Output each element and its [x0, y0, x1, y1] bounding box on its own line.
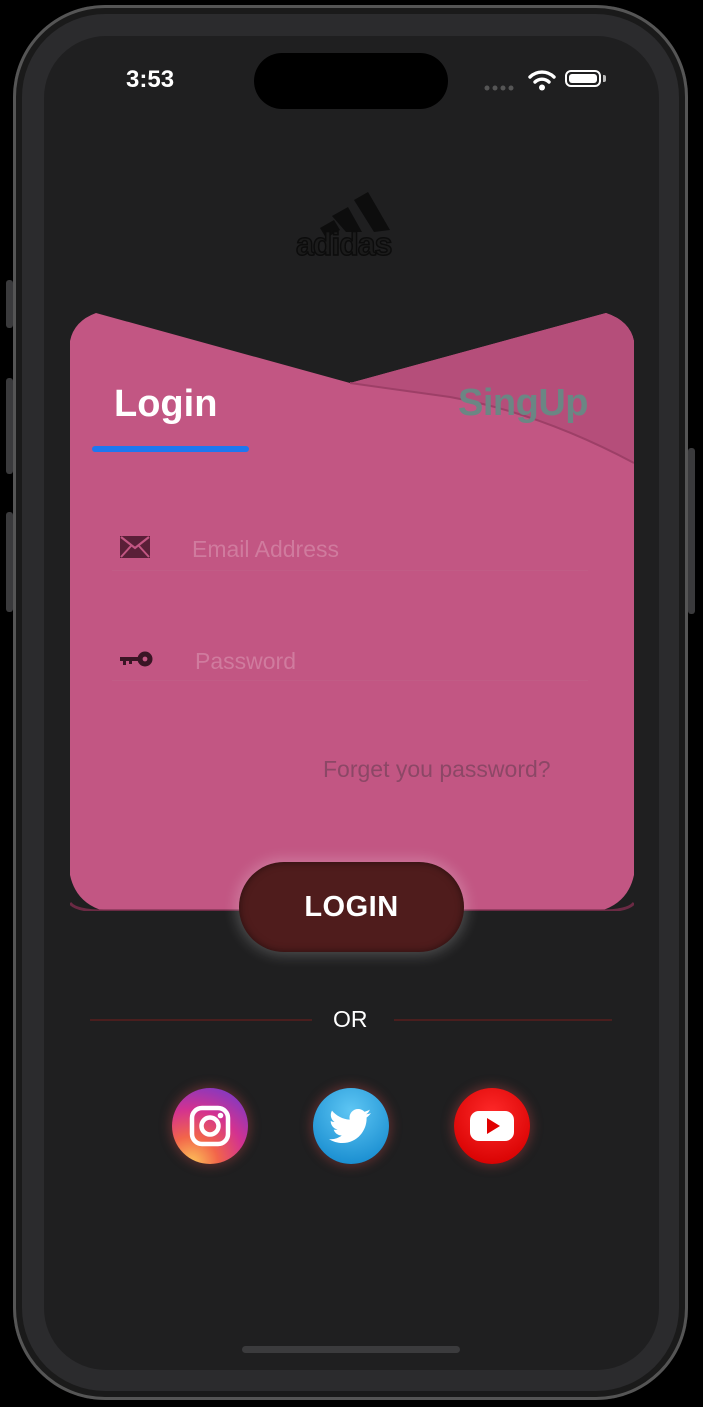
instagram-button[interactable]: [172, 1088, 248, 1164]
tab-login[interactable]: Login: [114, 383, 217, 426]
home-indicator[interactable]: [242, 1346, 460, 1353]
tab-signup[interactable]: SingUp: [458, 382, 588, 425]
forgot-password-link[interactable]: Forget you password?: [323, 756, 551, 783]
youtube-button[interactable]: [454, 1088, 530, 1164]
power-button: [688, 448, 695, 614]
app-screen: 3:53 adidas Login SingUp Email Address F…: [44, 36, 659, 1370]
adidas-wordmark: adidas: [295, 225, 393, 263]
cellular-signal-icon: [484, 85, 514, 91]
divider-line-left: [90, 1019, 312, 1021]
key-icon: [120, 651, 153, 667]
battery-icon: [565, 70, 601, 87]
password-field[interactable]: [195, 645, 585, 677]
password-underline: [112, 680, 588, 681]
login-button[interactable]: LOGIN: [239, 862, 464, 952]
twitter-icon: [313, 1088, 389, 1164]
email-underline: [112, 570, 588, 571]
twitter-button[interactable]: [313, 1088, 389, 1164]
instagram-icon: [172, 1088, 248, 1164]
volume-up-button: [6, 378, 13, 474]
envelope-icon: [120, 536, 150, 558]
email-field[interactable]: [192, 533, 582, 565]
status-time: 3:53: [126, 66, 175, 93]
or-divider-label: OR: [333, 1006, 368, 1032]
active-tab-indicator: [92, 446, 249, 452]
dynamic-island: [254, 53, 448, 109]
wifi-icon: [528, 70, 556, 91]
divider-line-right: [394, 1019, 612, 1021]
youtube-icon: [454, 1088, 530, 1164]
volume-down-button: [6, 512, 13, 612]
mute-switch: [6, 280, 13, 328]
